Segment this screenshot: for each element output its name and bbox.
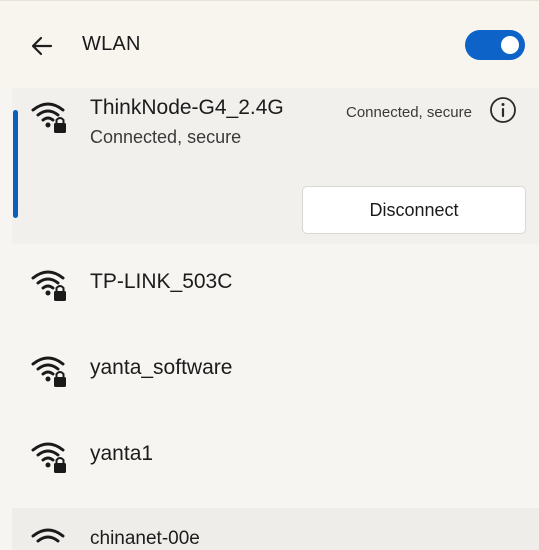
info-icon <box>490 97 516 123</box>
active-indicator <box>13 110 18 218</box>
network-name: chinanet-00e <box>90 528 200 549</box>
wlan-header: WLAN <box>0 0 539 89</box>
connected-network-name: ThinkNode-G4_2.4G <box>90 96 284 119</box>
info-button[interactable] <box>489 96 517 124</box>
network-name: TP-LINK_503C <box>90 270 233 293</box>
wlan-toggle[interactable] <box>465 30 525 60</box>
back-button[interactable] <box>30 32 60 60</box>
wifi-secured-icon <box>30 350 70 390</box>
wifi-icon <box>30 522 70 550</box>
wifi-secured-icon <box>30 264 70 304</box>
connection-status: Connected, secure <box>346 104 472 121</box>
toggle-knob <box>501 36 519 54</box>
wlan-panel: WLAN ThinkNode-G4_2.4G Connected, secure… <box>0 0 539 550</box>
arrow-left-icon <box>31 36 53 56</box>
wifi-secured-icon <box>30 436 70 476</box>
wifi-secured-icon <box>30 96 70 136</box>
disconnect-button[interactable]: Disconnect <box>302 186 526 234</box>
network-name: yanta_software <box>90 356 233 379</box>
network-name: yanta1 <box>90 442 154 465</box>
connected-network-subtitle: Connected, secure <box>90 127 242 147</box>
page-title: WLAN <box>82 33 141 55</box>
